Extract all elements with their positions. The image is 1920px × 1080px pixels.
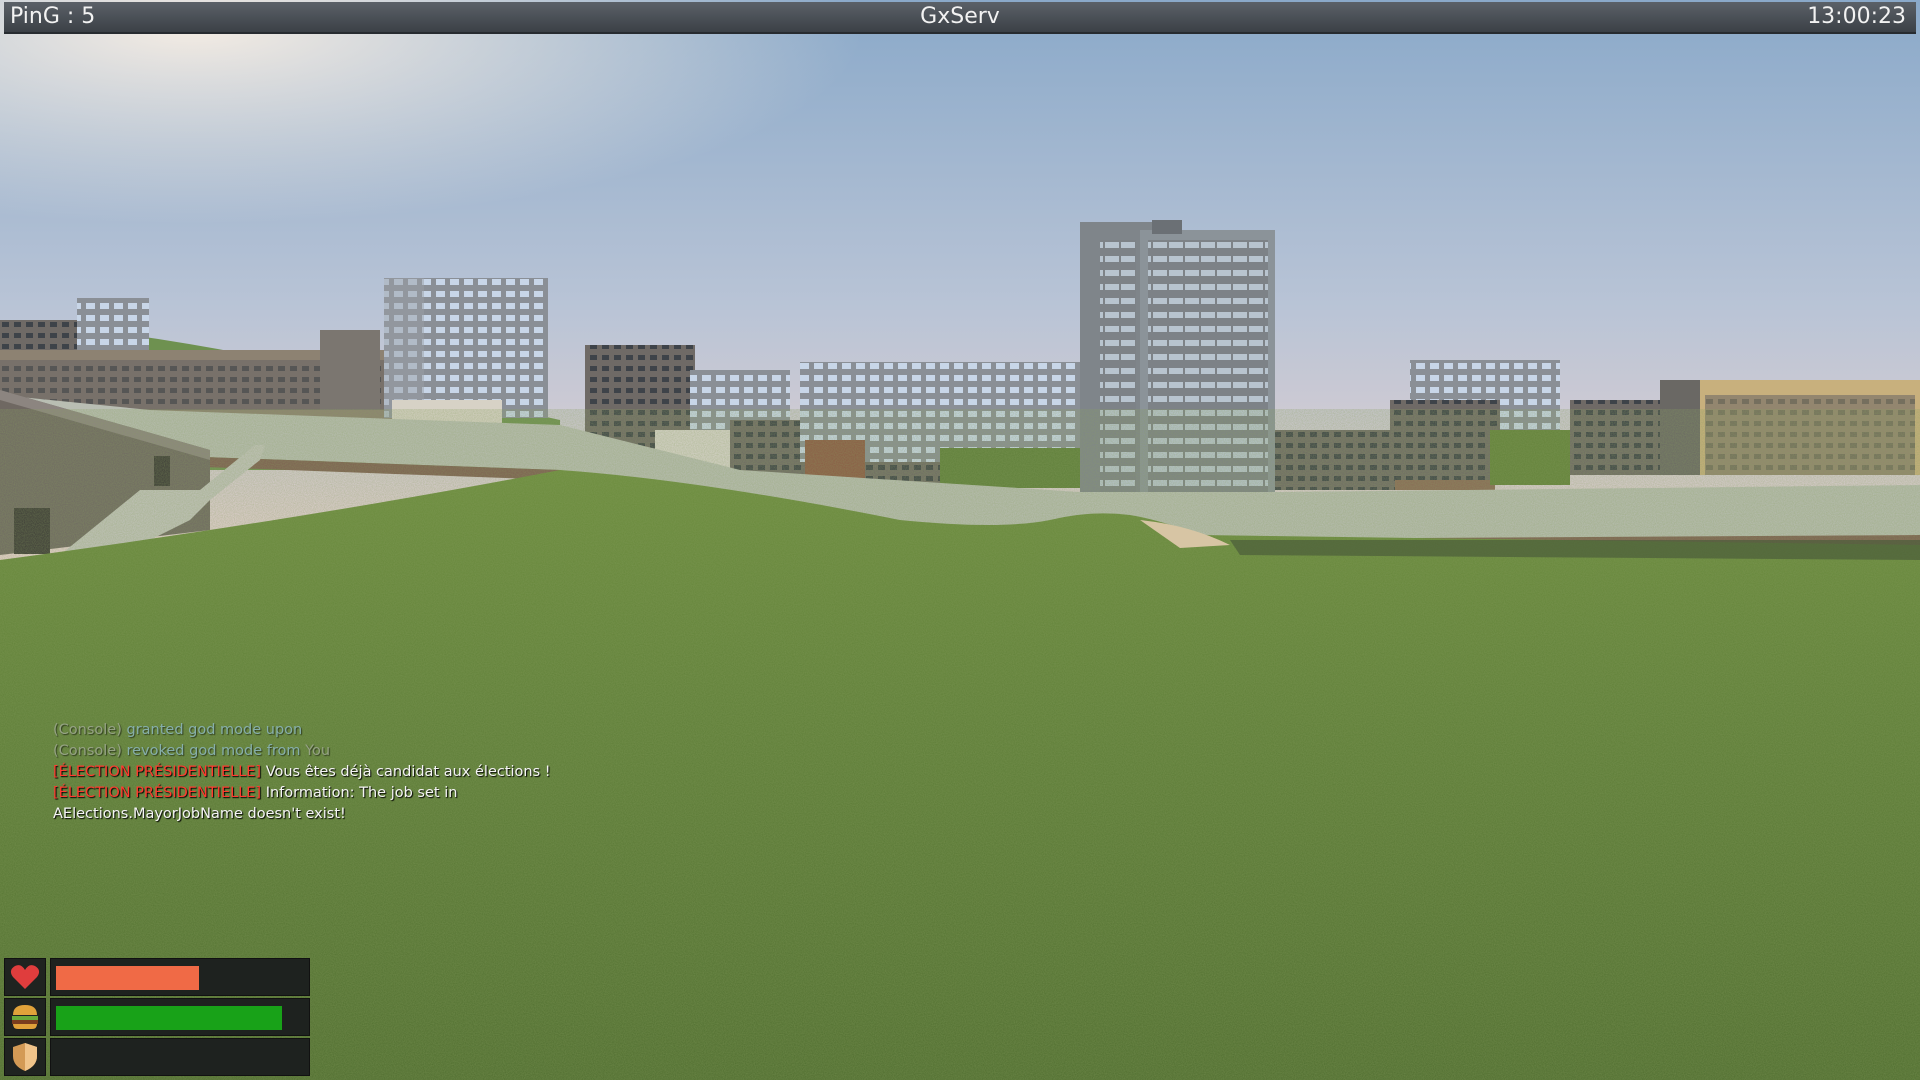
chat-prefix: [ÉLECTION PRÉSIDENTIELLE] bbox=[53, 785, 262, 801]
chat-message: AElections.MayorJobName doesn't exist! bbox=[53, 806, 346, 822]
clock-readout: 13:00:23 bbox=[1807, 4, 1906, 29]
chat-line: (Console) granted god mode upon bbox=[53, 720, 673, 741]
chat-prefix: (Console) bbox=[53, 722, 122, 738]
chat-message: revoked god mode from bbox=[126, 743, 301, 759]
armor-bar bbox=[50, 1038, 310, 1076]
hunger-bar-fill bbox=[56, 1006, 282, 1030]
burger-icon bbox=[4, 998, 46, 1036]
chat-suffix: You bbox=[305, 743, 331, 759]
chat-line: AElections.MayorJobName doesn't exist! bbox=[53, 804, 673, 825]
chat-line: [ÉLECTION PRÉSIDENTIELLE] Information: T… bbox=[53, 783, 673, 804]
heart-icon bbox=[4, 958, 46, 996]
chat-message: Vous êtes déjà candidat aux élections ! bbox=[265, 764, 551, 780]
chat-message: Information: The job set in bbox=[265, 785, 458, 801]
health-bar-fill bbox=[56, 966, 199, 990]
player-status-hud bbox=[4, 958, 310, 1078]
health-row bbox=[4, 958, 310, 996]
armor-row bbox=[4, 1038, 310, 1076]
chat-message: granted god mode upon bbox=[126, 722, 303, 738]
chat-prefix: [ÉLECTION PRÉSIDENTIELLE] bbox=[53, 764, 262, 780]
game-world-view bbox=[0, 0, 1920, 1080]
hunger-row bbox=[4, 998, 310, 1036]
server-name: GxServ bbox=[920, 4, 1000, 29]
top-status-bar: PinG : 5 GxServ 13:00:23 bbox=[4, 2, 1916, 34]
hunger-bar bbox=[50, 998, 310, 1036]
health-bar bbox=[50, 958, 310, 996]
chat-prefix: (Console) bbox=[53, 743, 122, 759]
shield-icon bbox=[4, 1038, 46, 1076]
chat-log: (Console) granted god mode upon (Console… bbox=[53, 720, 673, 825]
chat-line: [ÉLECTION PRÉSIDENTIELLE] Vous êtes déjà… bbox=[53, 762, 673, 783]
chat-line: (Console) revoked god mode from You bbox=[53, 741, 673, 762]
